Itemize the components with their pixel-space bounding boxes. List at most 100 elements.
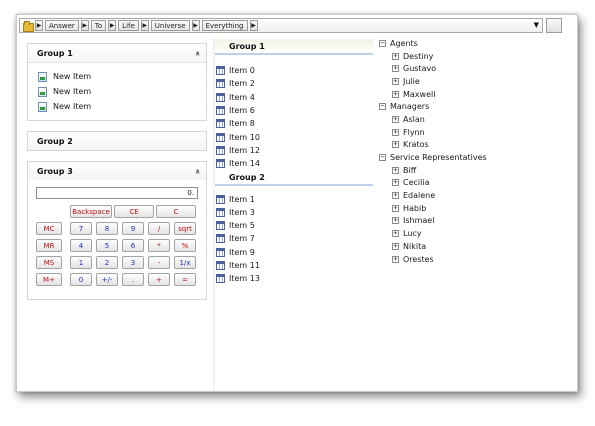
digit-7-button[interactable]: 7 (70, 222, 92, 235)
chevron-right-icon[interactable]: ▶ (80, 20, 89, 31)
percent-button[interactable]: % (174, 239, 196, 252)
tree-node[interactable]: + Maxwell (379, 88, 569, 101)
list-item[interactable]: Item 7 (215, 232, 373, 245)
list-item[interactable]: Item 0 (215, 64, 373, 77)
plus-icon[interactable]: + (392, 255, 399, 263)
tree-node-agents[interactable]: − Agents (379, 37, 569, 50)
list-group-1-header[interactable]: Group 1 (215, 39, 373, 55)
breadcrumb-item-answer[interactable]: Answer (45, 20, 79, 31)
list-item[interactable]: Item 4 (215, 91, 373, 104)
tree-node[interactable]: + Cecilia (379, 177, 569, 190)
backspace-button[interactable]: Backspace (70, 205, 112, 218)
breadcrumb-item-everything[interactable]: Everything (201, 20, 248, 31)
multiply-button[interactable]: * (148, 239, 170, 252)
digit-0-button[interactable]: 0 (70, 273, 92, 286)
group-1-header[interactable]: Group 1 » (28, 44, 206, 62)
list-item[interactable]: Item 13 (215, 272, 373, 285)
digit-1-button[interactable]: 1 (70, 256, 92, 269)
chevron-right-icon[interactable]: ▶ (191, 20, 200, 31)
digit-4-button[interactable]: 4 (70, 239, 92, 252)
digit-9-button[interactable]: 9 (122, 222, 144, 235)
digit-5-button[interactable]: 5 (96, 239, 118, 252)
list-item[interactable]: Item 6 (215, 104, 373, 117)
tree-node[interactable]: + Destiny (379, 50, 569, 63)
reciprocal-button[interactable]: 1/x (174, 256, 196, 269)
tree-node[interactable]: + Aslan (379, 113, 569, 126)
clear-button[interactable]: C (156, 205, 196, 218)
list-item[interactable]: Item 5 (215, 219, 373, 232)
minus-icon[interactable]: − (379, 154, 386, 162)
divide-button[interactable]: / (148, 222, 170, 235)
folder-icon[interactable] (22, 20, 34, 32)
chevron-right-icon[interactable]: ▶ (249, 20, 258, 31)
plus-icon[interactable]: + (392, 242, 399, 250)
plus-icon[interactable]: + (392, 204, 399, 212)
chevron-down-icon[interactable]: ▼ (534, 21, 539, 29)
plus-icon[interactable]: + (392, 166, 399, 174)
new-item[interactable]: New Item (38, 99, 196, 114)
list-item[interactable]: Item 11 (215, 259, 373, 272)
tree-node[interactable]: + Orestes (379, 253, 569, 266)
plus-icon[interactable]: + (392, 77, 399, 85)
list-group-2-header[interactable]: Group 2 (215, 170, 373, 187)
group-2-header[interactable]: Group 2 (28, 132, 206, 150)
memory-store-button[interactable]: MS (36, 256, 62, 269)
subtract-button[interactable]: - (148, 256, 170, 269)
digit-6-button[interactable]: 6 (122, 239, 144, 252)
clear-entry-button[interactable]: CE (114, 205, 154, 218)
memory-add-button[interactable]: M+ (36, 273, 62, 286)
memory-clear-button[interactable]: MC (36, 222, 62, 235)
plus-icon[interactable]: + (392, 230, 399, 238)
tree-node[interactable]: + Gustavo (379, 62, 569, 75)
tree-node-managers[interactable]: − Managers (379, 100, 569, 113)
sqrt-button[interactable]: sqrt (174, 222, 196, 235)
minus-icon[interactable]: − (379, 39, 386, 47)
list-item[interactable]: Item 1 (215, 192, 373, 205)
plus-icon[interactable]: + (392, 128, 399, 136)
list-item[interactable]: Item 2 (215, 77, 373, 90)
collapse-chevron-icon[interactable]: » (193, 50, 202, 55)
new-item[interactable]: New Item (38, 69, 196, 84)
decimal-button[interactable]: . (122, 273, 144, 286)
tree-node[interactable]: + Habib (379, 202, 569, 215)
tree-node[interactable]: + Nikita (379, 240, 569, 253)
list-item[interactable]: Item 14 (215, 157, 373, 170)
chevron-right-icon[interactable]: ▶ (35, 20, 43, 31)
chevron-right-icon[interactable]: ▶ (108, 20, 117, 31)
breadcrumb-go-button[interactable] (546, 18, 562, 33)
tree-node-service-representatives[interactable]: − Service Representatives (379, 151, 569, 164)
new-item[interactable]: New Item (38, 84, 196, 99)
minus-icon[interactable]: − (379, 103, 386, 111)
breadcrumb-item-life[interactable]: Life (118, 20, 139, 31)
plus-icon[interactable]: + (392, 179, 399, 187)
tree-node[interactable]: + Flynn (379, 126, 569, 139)
digit-3-button[interactable]: 3 (122, 256, 144, 269)
tree-node[interactable]: + Lucy (379, 227, 569, 240)
tree-node[interactable]: + Kratos (379, 139, 569, 152)
equals-button[interactable]: = (174, 273, 196, 286)
plus-icon[interactable]: + (392, 65, 399, 73)
digit-8-button[interactable]: 8 (96, 222, 118, 235)
tree-node[interactable]: + Ishmael (379, 215, 569, 228)
add-button[interactable]: + (148, 273, 170, 286)
plus-icon[interactable]: + (392, 90, 399, 98)
list-item[interactable]: Item 12 (215, 144, 373, 157)
list-item[interactable]: Item 10 (215, 130, 373, 143)
plus-icon[interactable]: + (392, 52, 399, 60)
breadcrumb-item-universe[interactable]: Universe (150, 20, 190, 31)
group-3-header[interactable]: Group 3 » (28, 162, 206, 180)
chevron-right-icon[interactable]: ▶ (140, 20, 149, 31)
negate-button[interactable]: +/- (96, 273, 118, 286)
tree-node[interactable]: + Edalene (379, 189, 569, 202)
list-item[interactable]: Item 8 (215, 117, 373, 130)
tree-node[interactable]: + Biff (379, 164, 569, 177)
list-item[interactable]: Item 9 (215, 246, 373, 259)
digit-2-button[interactable]: 2 (96, 256, 118, 269)
memory-recall-button[interactable]: MR (36, 239, 62, 252)
plus-icon[interactable]: + (392, 217, 399, 225)
plus-icon[interactable]: + (392, 115, 399, 123)
list-item[interactable]: Item 3 (215, 206, 373, 219)
breadcrumb-item-to[interactable]: To (90, 20, 107, 31)
plus-icon[interactable]: + (392, 141, 399, 149)
tree-node[interactable]: + Julie (379, 75, 569, 88)
